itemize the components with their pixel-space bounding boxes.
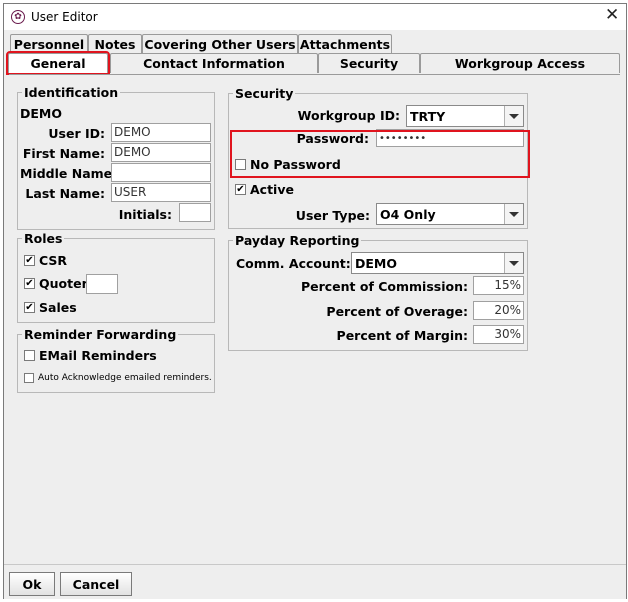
tab-label: Personnel — [13, 36, 85, 52]
ok-button[interactable]: Ok — [9, 572, 55, 596]
email-reminders-label: EMail Reminders — [39, 348, 157, 363]
tab-contact-information[interactable]: Contact Information — [110, 53, 318, 73]
tab-general[interactable]: General — [6, 51, 110, 75]
middle-name-label: Middle Name: — [20, 166, 118, 181]
tab-label: Attachments — [299, 36, 391, 52]
app-logo-icon: ✿ — [11, 10, 25, 24]
sales-label: Sales — [39, 300, 77, 315]
active-checkbox[interactable]: ✔ — [235, 184, 246, 195]
last-name-label: Last Name: — [25, 186, 105, 201]
tab-workgroup-access[interactable]: Workgroup Access — [420, 53, 620, 73]
identification-header: DEMO — [20, 106, 62, 121]
tab-label: Contact Information — [143, 56, 285, 71]
comm-account-label: Comm. Account: — [236, 256, 351, 271]
overage-field[interactable]: 20% — [473, 301, 524, 320]
tab-label: Security — [339, 56, 399, 71]
margin-label: Percent of Margin: — [336, 328, 468, 343]
title-bar: ✿ User Editor ✕ — [4, 4, 626, 30]
margin-field[interactable]: 30% — [473, 325, 524, 344]
csr-checkbox[interactable]: ✔ — [24, 255, 35, 266]
user-type-label: User Type: — [295, 208, 370, 223]
quoter-label: Quoter — [39, 276, 88, 291]
user-editor-window: ✿ User Editor ✕ Personnel Notes Covering… — [3, 3, 627, 599]
tab-content-border — [9, 74, 620, 75]
chevron-down-icon[interactable] — [504, 204, 523, 224]
auto-acknowledge-checkbox[interactable] — [24, 373, 34, 383]
middle-name-field[interactable] — [111, 163, 211, 182]
email-reminders-checkbox[interactable] — [24, 350, 35, 361]
tab-notes[interactable]: Notes — [88, 34, 142, 53]
tab-label: General — [30, 56, 86, 71]
first-name-label: First Name: — [22, 146, 105, 161]
tab-personnel[interactable]: Personnel — [10, 34, 88, 53]
initials-field[interactable] — [179, 203, 211, 222]
comm-account-value: DEMO — [355, 256, 397, 271]
window-title: User Editor — [31, 10, 98, 24]
csr-label: CSR — [39, 253, 68, 268]
no-password-label: No Password — [250, 157, 341, 172]
cancel-button[interactable]: Cancel — [60, 572, 132, 596]
active-label: Active — [250, 182, 294, 197]
workgroup-id-combo[interactable]: TRTY — [406, 105, 524, 127]
user-type-combo[interactable]: O4 Only — [376, 203, 524, 225]
password-field[interactable]: •••••••• — [376, 129, 524, 147]
button-bar: Ok Cancel — [4, 564, 626, 599]
comm-account-combo[interactable]: DEMO — [351, 252, 524, 274]
overage-label: Percent of Overage: — [326, 304, 468, 319]
cancel-button-label: Cancel — [72, 576, 120, 592]
chevron-down-icon[interactable] — [504, 106, 523, 126]
security-legend: Security — [235, 86, 294, 101]
quoter-field[interactable] — [86, 274, 118, 294]
tab-covering-other-users[interactable]: Covering Other Users — [142, 34, 298, 53]
auto-acknowledge-label: Auto Acknowledge emailed reminders. — [38, 373, 212, 383]
ok-button-label: Ok — [22, 576, 42, 592]
last-name-field[interactable]: USER — [111, 183, 211, 202]
first-name-field[interactable]: DEMO — [111, 143, 211, 162]
quoter-checkbox[interactable]: ✔ — [24, 278, 35, 289]
sales-checkbox[interactable]: ✔ — [24, 302, 35, 313]
commission-label: Percent of Commission: — [300, 279, 468, 294]
roles-legend: Roles — [24, 231, 63, 246]
identification-legend: Identification — [24, 85, 119, 100]
initials-label: Initials: — [118, 207, 172, 222]
reminder-legend: Reminder Forwarding — [24, 327, 177, 342]
chevron-down-icon[interactable] — [504, 253, 523, 273]
tab-label: Workgroup Access — [454, 56, 586, 71]
tab-attachments[interactable]: Attachments — [298, 34, 392, 53]
workgroup-id-label: Workgroup ID: — [297, 108, 400, 123]
no-password-checkbox[interactable] — [235, 159, 246, 170]
user-id-field[interactable]: DEMO — [111, 123, 211, 142]
tab-label: Covering Other Users — [144, 36, 296, 52]
user-id-label: User ID: — [48, 126, 105, 141]
close-icon[interactable]: ✕ — [605, 5, 619, 25]
password-label: Password: — [296, 131, 369, 146]
user-type-value: O4 Only — [380, 207, 436, 222]
commission-field[interactable]: 15% — [473, 276, 524, 295]
tab-security[interactable]: Security — [318, 53, 420, 73]
payday-legend: Payday Reporting — [235, 233, 360, 248]
tab-label: Notes — [94, 36, 136, 52]
workgroup-id-value: TRTY — [410, 109, 446, 124]
